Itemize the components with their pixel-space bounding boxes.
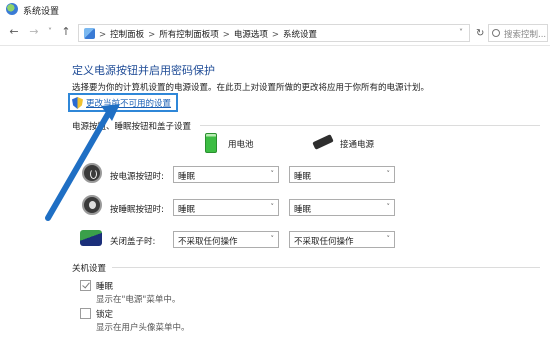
power-button-battery-select[interactable]: 睡眠 ˅ (173, 166, 279, 183)
shutdown-section-heading: 关机设置 (72, 264, 107, 274)
battery-icon (205, 133, 217, 153)
chevron-down-icon: ˅ (270, 170, 275, 178)
row-label-close-lid: 关闭盖子时: (110, 237, 156, 247)
address-dropdown-icon[interactable]: ˅ (459, 28, 463, 37)
breadcrumb-control-panel[interactable]: 控制面板 (110, 28, 144, 40)
uac-shield-icon (72, 97, 83, 109)
search-input[interactable]: 搜索控制... (488, 24, 548, 42)
section-divider (112, 267, 540, 268)
section-divider (200, 125, 540, 126)
row-label-power-button: 按电源按钮时: (110, 172, 164, 182)
page-title: 定义电源按钮并启用密码保护 (72, 64, 215, 77)
power-section-heading: 电源按钮、睡眠按钮和盖子设置 (72, 122, 192, 132)
select-value: 睡眠 (178, 172, 196, 182)
chevron-down-icon: ˅ (270, 203, 275, 211)
breadcrumb-power-options[interactable]: 电源选项 (234, 28, 268, 40)
plugged-column-header: 接通电源 (340, 140, 375, 150)
sleep-option-label: 睡眠 (96, 282, 114, 292)
breadcrumb-all-items[interactable]: 所有控制面板项 (159, 28, 219, 40)
lock-option-label: 锁定 (96, 310, 114, 320)
chevron-down-icon: ˅ (386, 170, 391, 178)
arrow-right-icon[interactable]: → (28, 26, 40, 38)
navigation-bar: ← → ˅ ↑ > 控制面板 > 所有控制面板项 > 电源选项 > 系统设置 ˅ ↻ 搜索控制… (0, 20, 550, 46)
battery-column-header: 用电池 (228, 140, 254, 150)
app-icon (6, 3, 18, 15)
search-placeholder: 搜索控制... (504, 30, 547, 40)
control-panel-icon (84, 28, 95, 39)
search-icon (492, 29, 500, 37)
power-button-icon (82, 163, 102, 183)
refresh-icon[interactable]: ↻ (476, 28, 484, 39)
plug-icon (312, 134, 334, 150)
select-value: 不采取任何操作 (294, 237, 354, 247)
sleep-option-description: 显示在"电源"菜单中。 (96, 295, 181, 305)
select-value: 不采取任何操作 (178, 237, 238, 247)
power-button-plugged-select[interactable]: 睡眠 ˅ (289, 166, 395, 183)
sleep-button-plugged-select[interactable]: 睡眠 ˅ (289, 199, 395, 216)
arrow-left-icon[interactable]: ← (8, 26, 20, 38)
close-lid-plugged-select[interactable]: 不采取任何操作 ˅ (289, 231, 395, 248)
change-settings-link[interactable]: 更改当前不可用的设置 (68, 93, 178, 112)
address-bar[interactable]: > 控制面板 > 所有控制面板项 > 电源选项 > 系统设置 ˅ (78, 24, 470, 42)
select-value: 睡眠 (294, 172, 312, 182)
page-description: 选择要为你的计算机设置的电源设置。在此页上对设置所做的更改将应用于你所有的电源计… (72, 83, 430, 93)
chevron-down-icon: ˅ (270, 235, 275, 243)
system-settings-window: 系统设置 ← → ˅ ↑ > 控制面板 > 所有控制面板项 > 电源选项 > 系统设置 ˅ ↻… (0, 0, 550, 346)
chevron-down-icon: ˅ (386, 235, 391, 243)
breadcrumb-system-settings[interactable]: 系统设置 (283, 28, 317, 40)
breadcrumb: > 控制面板 > 所有控制面板项 > 电源选项 > 系统设置 (99, 28, 318, 40)
arrow-up-icon[interactable]: ↑ (60, 26, 72, 38)
chevron-down-icon: ˅ (386, 203, 391, 211)
close-lid-battery-select[interactable]: 不采取任何操作 ˅ (173, 231, 279, 248)
sleep-button-battery-select[interactable]: 睡眠 ˅ (173, 199, 279, 216)
select-value: 睡眠 (178, 205, 196, 215)
row-label-sleep-button: 按睡眠按钮时: (110, 205, 164, 215)
window-title: 系统设置 (23, 7, 60, 17)
select-value: 睡眠 (294, 205, 312, 215)
laptop-lid-icon (80, 230, 102, 246)
title-bar: 系统设置 (0, 0, 550, 20)
history-dropdown-icon[interactable]: ˅ (44, 26, 56, 38)
change-settings-link-text[interactable]: 更改当前不可用的设置 (86, 97, 171, 109)
lock-option-description: 显示在用户头像菜单中。 (96, 323, 190, 333)
lock-checkbox[interactable] (80, 308, 91, 319)
sleep-checkbox[interactable] (80, 280, 91, 291)
sleep-button-icon (82, 195, 102, 215)
